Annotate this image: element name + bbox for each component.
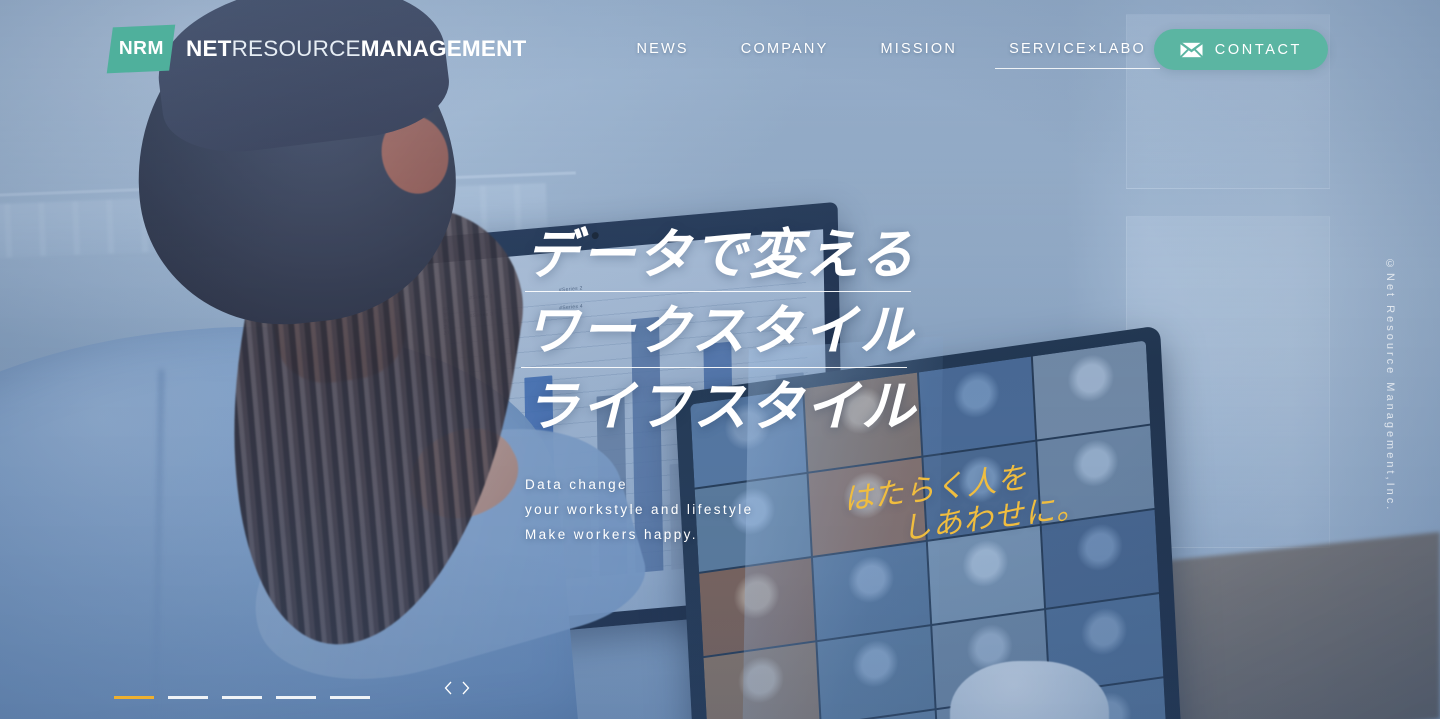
nav-item-news[interactable]: NEWS (636, 31, 688, 67)
envelope-icon (1179, 41, 1203, 58)
slider-dot-5[interactable] (330, 696, 370, 699)
brand-name-resource: RESOURCE (231, 36, 361, 61)
nrm-badge-text: NRM (118, 38, 164, 59)
slider-prev-icon[interactable] (442, 680, 454, 701)
site-header: NRM NETRESOURCEMANAGEMENT NEWS COMPANY MIS… (0, 0, 1440, 98)
nav-item-company[interactable]: COMPANY (741, 31, 829, 67)
slider-dot-3[interactable] (222, 696, 262, 699)
slider-next-icon[interactable] (460, 680, 472, 701)
slider-dot-1[interactable] (114, 696, 154, 699)
brand-name-net: NET (186, 36, 232, 61)
nav-item-mission[interactable]: MISSION (880, 31, 957, 67)
contact-button[interactable]: CONTACT (1153, 29, 1328, 70)
nrm-badge-icon: NRM (106, 24, 176, 74)
brand-logo[interactable]: NRM NETRESOURCEMANAGEMENT (106, 24, 526, 74)
slider-dot-2[interactable] (168, 696, 208, 699)
slider-arrows (442, 680, 472, 701)
brand-name-management: MANAGEMENT (360, 36, 527, 61)
slider-pagination[interactable] (114, 696, 370, 699)
headline-line-3: ライフスタイル (525, 375, 917, 438)
headline-line-1: データで変える (525, 228, 917, 292)
vertical-copyright: ©Net Resource Management,Inc. (1384, 258, 1396, 513)
headline-line-2: ワークスタイル (521, 304, 917, 368)
hero-headline: データで変える ワークスタイル ライフスタイル (521, 228, 917, 444)
nav-item-service-labo[interactable]: SERVICE×LABO (995, 31, 1160, 69)
contact-button-label: CONTACT (1214, 41, 1302, 58)
brand-name: NETRESOURCEMANAGEMENT (186, 36, 526, 62)
slider-dot-4[interactable] (276, 696, 316, 699)
